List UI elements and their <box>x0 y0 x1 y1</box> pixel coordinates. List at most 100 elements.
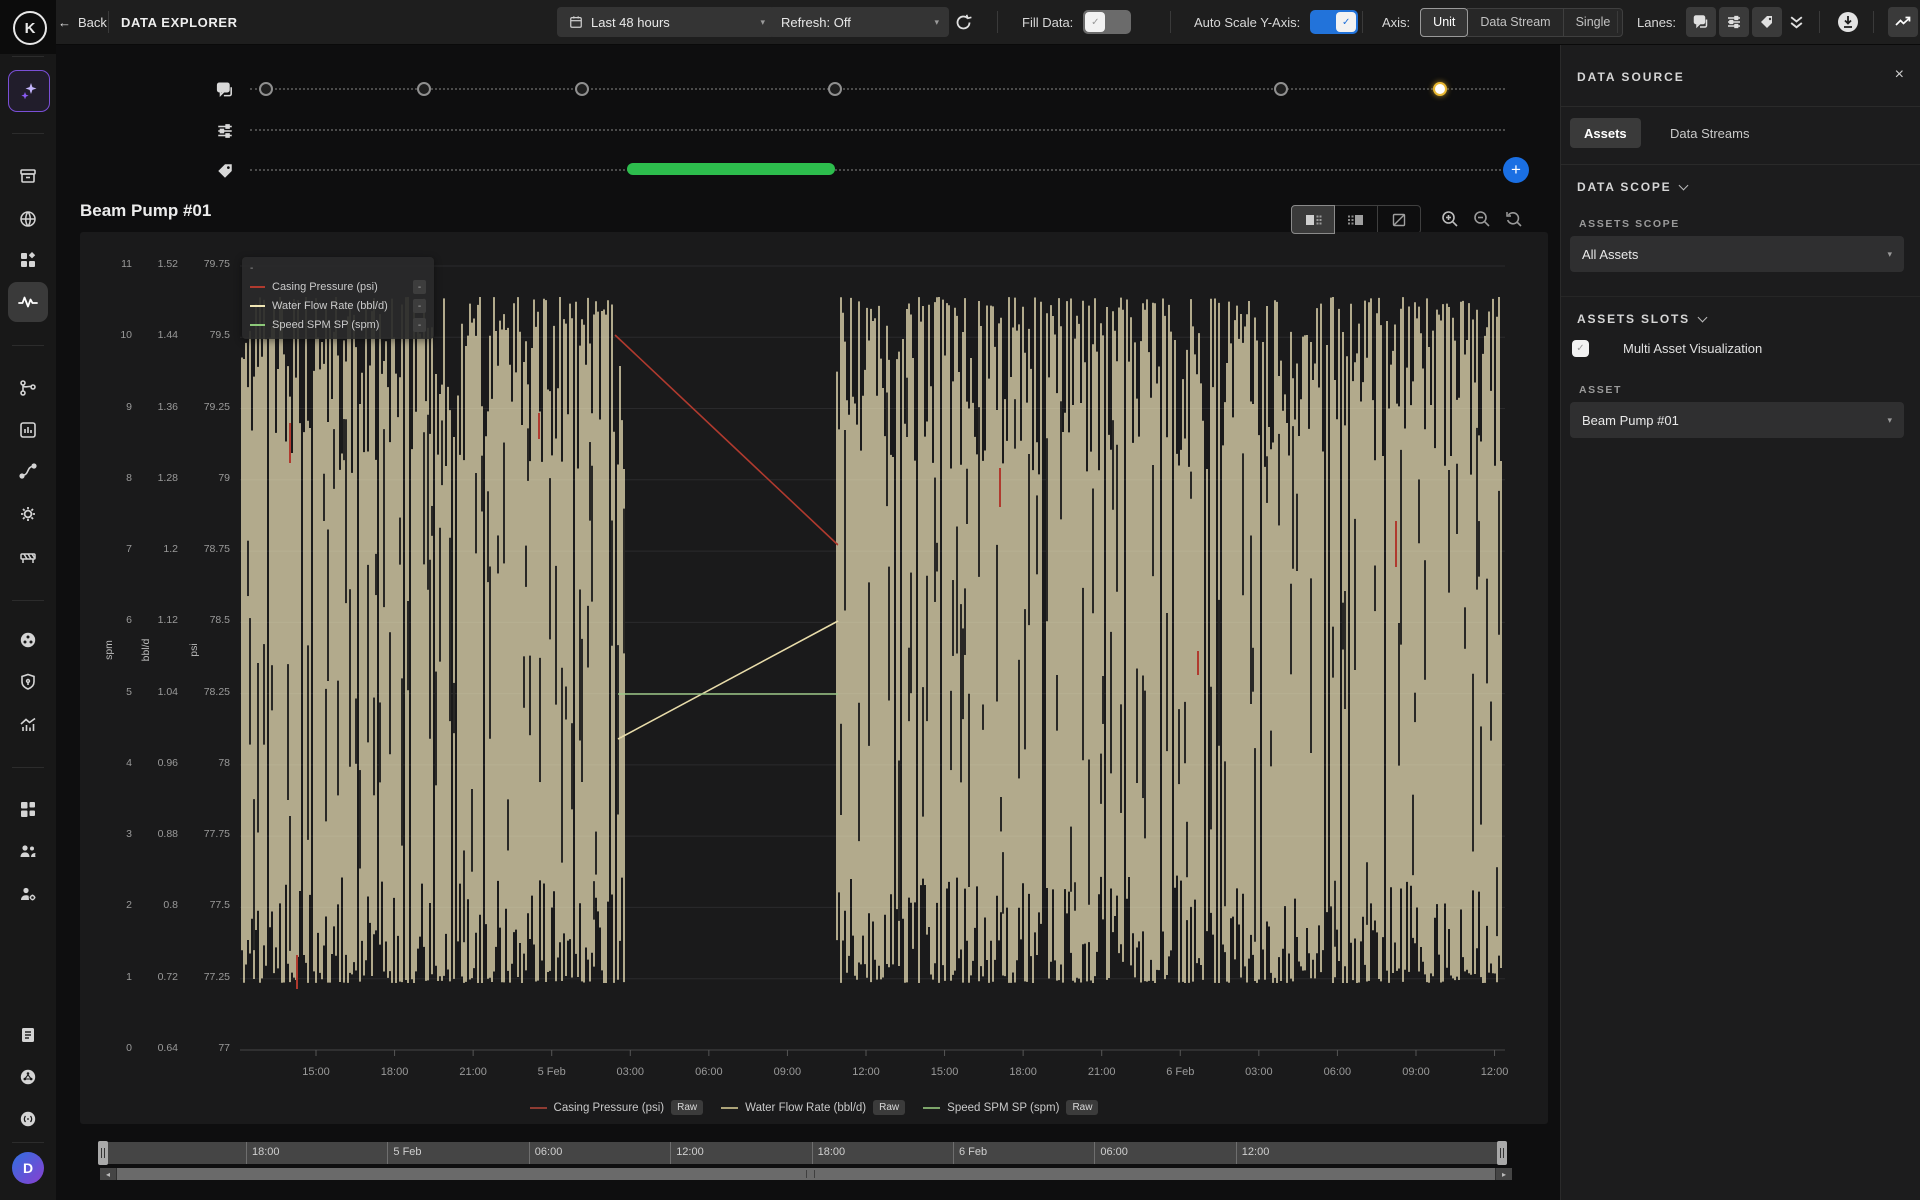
sidebar-item-users[interactable] <box>18 841 38 861</box>
asset-select[interactable]: Beam Pump #01 ▾ <box>1570 402 1904 438</box>
x-axis-tick: 12:00 <box>1480 1066 1509 1078</box>
gear-icon <box>21 507 35 521</box>
add-lane-item-button[interactable]: + <box>1503 157 1529 183</box>
tags-lane-track[interactable] <box>250 169 1505 171</box>
zoom-out-button[interactable] <box>1472 209 1492 229</box>
refresh-button[interactable] <box>954 13 973 32</box>
tags-lane-icon[interactable] <box>216 162 234 180</box>
asset-label: ASSET <box>1579 384 1623 396</box>
legend-item[interactable]: Speed SPM SP (spm) Raw <box>923 1100 1099 1115</box>
control-changes-lane-track[interactable] <box>250 129 1505 131</box>
navigator-tick-label: 06:00 <box>534 1146 563 1158</box>
ai-assistant-button[interactable] <box>8 70 50 112</box>
scroll-left-button[interactable]: ◂ <box>100 1168 116 1180</box>
divider <box>108 11 109 33</box>
annotations-lane-button[interactable] <box>1686 7 1717 37</box>
sidebar-item-branch[interactable] <box>18 378 38 398</box>
divider <box>12 767 44 768</box>
y-axis-tick: 4 <box>126 756 132 769</box>
y-axis-tick: 0 <box>126 1041 132 1054</box>
horizontal-scrollbar[interactable]: ◂ ▸ <box>100 1168 1512 1180</box>
tag-span-bar[interactable] <box>627 163 835 175</box>
sidebar-item-data-explorer[interactable] <box>8 282 48 322</box>
legend-swatch <box>529 1106 547 1109</box>
users-icon <box>20 845 36 857</box>
refresh-select[interactable]: Refresh: Off ▾ <box>769 7 949 37</box>
y-axis-tick: 2 <box>126 899 132 912</box>
lane-event-marker[interactable] <box>1274 82 1288 96</box>
tab-assets[interactable]: Assets <box>1570 118 1641 148</box>
tooltip-series-value: - <box>413 280 426 294</box>
annotations-lane-track[interactable] <box>250 88 1505 90</box>
sidebar-item-settings[interactable] <box>18 504 38 524</box>
section-assets-slots[interactable]: ASSETS SLOTS <box>1577 312 1708 326</box>
export-button[interactable] <box>1836 10 1860 34</box>
sidebar-item-user-settings[interactable] <box>18 884 38 904</box>
user-avatar[interactable]: D <box>12 1152 44 1184</box>
sidebar-item-globe[interactable] <box>18 209 38 229</box>
scroll-right-button[interactable]: ▸ <box>1496 1168 1512 1180</box>
control-changes-lane-button[interactable] <box>1719 7 1750 37</box>
fill-data-toggle[interactable]: ✓ <box>1083 10 1132 34</box>
route-icon <box>19 463 37 479</box>
tooltip-series-swatch <box>250 286 265 288</box>
close-panel-button[interactable]: × <box>1895 66 1904 84</box>
sidebar-item-apps[interactable] <box>18 799 38 819</box>
navigator-right-handle[interactable] <box>1497 1141 1507 1165</box>
auto-scale-toggle[interactable]: ✓ <box>1310 10 1359 34</box>
sidebar-item-localization[interactable] <box>18 1109 38 1129</box>
reset-zoom-button[interactable] <box>1504 209 1524 229</box>
tags-lane-button[interactable] <box>1752 7 1783 37</box>
sparkles-icon <box>21 83 37 100</box>
scrollbar-thumb[interactable] <box>117 1168 1495 1180</box>
navigator-tick-label: 06:00 <box>1100 1146 1128 1158</box>
y-axis-tick: 78.25 <box>203 685 230 698</box>
sidebar-item-docs[interactable] <box>18 1025 38 1045</box>
sidebar-item-security[interactable] <box>18 672 38 692</box>
tab-data-streams[interactable]: Data Streams <box>1656 118 1763 148</box>
lane-event-marker[interactable] <box>1433 82 1447 96</box>
axis-option-single[interactable]: Single <box>1562 7 1624 37</box>
sidebar-item-analytics[interactable] <box>18 715 38 735</box>
control-changes-lane-icon[interactable] <box>216 122 234 140</box>
tooltip-timestamp: - <box>250 263 254 274</box>
legend-mode-badge[interactable]: Raw <box>671 1100 704 1115</box>
annotations-lane-icon[interactable] <box>216 81 234 99</box>
lane-event-marker[interactable] <box>259 82 273 96</box>
collapse-all-button[interactable] <box>1788 14 1805 31</box>
layout-chart-left-button[interactable] <box>1291 205 1335 234</box>
navigator-tick-label: 18:00 <box>817 1146 846 1158</box>
time-range-select[interactable]: Last 48 hours ▾ <box>557 7 775 37</box>
legend-mode-badge[interactable]: Raw <box>873 1100 906 1115</box>
axis-option-data-stream[interactable]: Data Stream <box>1467 7 1564 37</box>
layout-chart-right-button[interactable] <box>1334 205 1378 234</box>
legend-item[interactable]: Water Flow Rate (bbl/d) Raw <box>721 1100 906 1115</box>
sidebar-item-chart[interactable] <box>18 420 38 440</box>
x-axis-tick: 09:00 <box>1402 1066 1430 1078</box>
section-data-scope[interactable]: DATA SCOPE <box>1577 180 1689 194</box>
lane-event-marker[interactable] <box>575 82 589 96</box>
navigator-left-handle[interactable] <box>98 1141 108 1165</box>
sidebar-item-components[interactable] <box>18 250 38 270</box>
time-navigator[interactable]: 18:00 5 Feb 06:00 12:00 18:00 6 Feb 06:00 12:00 <box>98 1141 1507 1165</box>
legend-item[interactable]: Casing Pressure (psi) Raw <box>529 1100 704 1115</box>
zoom-in-button[interactable] <box>1440 209 1460 229</box>
navigator-tick-label: 6 Feb <box>959 1146 988 1158</box>
sidebar-item-barrier[interactable] <box>18 547 38 567</box>
chevron-down-icon <box>1697 312 1708 323</box>
sidebar-item-archive[interactable] <box>18 166 38 186</box>
sidebar-item-network[interactable] <box>18 1067 38 1087</box>
chart-plot[interactable] <box>240 255 1505 1061</box>
legend-mode-badge[interactable]: Raw <box>1066 1100 1099 1115</box>
back-button[interactable]: ← Back <box>58 15 107 30</box>
trend-view-button[interactable] <box>1888 7 1918 37</box>
sidebar-item-route[interactable] <box>18 461 38 481</box>
layout-no-fill-button[interactable] <box>1377 205 1421 234</box>
y-axis-tick: 79.75 <box>203 258 230 270</box>
lane-event-marker[interactable] <box>417 82 431 96</box>
sidebar-item-cluster[interactable] <box>18 630 38 650</box>
assets-scope-select[interactable]: All Assets ▾ <box>1570 236 1904 272</box>
lane-event-marker[interactable] <box>828 82 842 96</box>
k-logo[interactable]: K <box>13 11 47 45</box>
axis-option-unit[interactable]: Unit <box>1420 7 1469 37</box>
